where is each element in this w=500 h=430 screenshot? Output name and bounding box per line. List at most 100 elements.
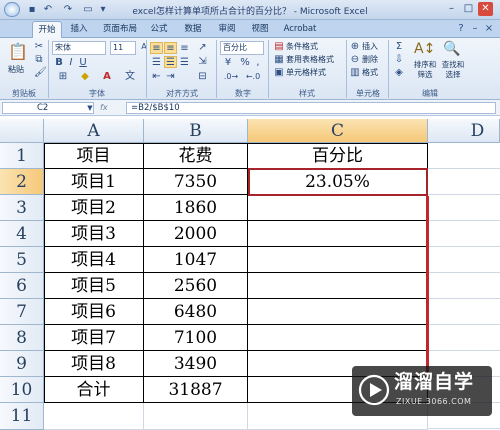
align-left-icon[interactable]: ☰: [150, 56, 163, 68]
table-cell[interactable]: [248, 325, 428, 351]
tab-insert[interactable]: 插入: [66, 21, 92, 38]
font-name-select[interactable]: 宋体: [52, 41, 106, 55]
workbook-minimize-icon[interactable]: –: [470, 22, 480, 35]
row-header[interactable]: 6: [0, 273, 44, 299]
table-cell[interactable]: 项目5: [44, 273, 144, 299]
italic-icon[interactable]: I: [66, 57, 76, 69]
copy-icon[interactable]: ⧉: [34, 54, 44, 66]
table-cell[interactable]: 1860: [144, 195, 248, 221]
font-color-icon[interactable]: A: [100, 71, 114, 83]
number-format-select[interactable]: 百分比: [220, 41, 264, 55]
fill-color-icon[interactable]: ◆: [78, 71, 92, 83]
sort-filter-button[interactable]: 排序和 筛选: [412, 60, 438, 80]
row-header[interactable]: 11: [0, 403, 44, 430]
cell-style-button[interactable]: 单元格样式: [286, 67, 326, 79]
row-header[interactable]: 5: [0, 247, 44, 273]
table-cell[interactable]: 1047: [144, 247, 248, 273]
table-cell[interactable]: 项目8: [44, 351, 144, 377]
conditional-format-button[interactable]: 条件格式: [286, 41, 318, 53]
table-cell[interactable]: [248, 273, 428, 299]
tab-view[interactable]: 视图: [247, 21, 273, 38]
tab-acrobat[interactable]: Acrobat: [280, 21, 320, 38]
row-header[interactable]: 7: [0, 299, 44, 325]
border-icon[interactable]: ⊞: [56, 71, 70, 83]
increase-decimal-icon[interactable]: .0→: [222, 71, 240, 83]
row-header[interactable]: 9: [0, 351, 44, 377]
font-size-select[interactable]: 11: [110, 41, 136, 55]
tab-home[interactable]: 开始: [32, 21, 62, 38]
tab-data[interactable]: 数据: [180, 21, 206, 38]
table-cell[interactable]: 3490: [144, 351, 248, 377]
table-cell[interactable]: 合计: [44, 377, 144, 403]
percent-style-button[interactable]: %: [240, 57, 250, 69]
minimize-button[interactable]: –: [444, 2, 459, 16]
undo-icon[interactable]: ↶: [42, 3, 54, 16]
insert-button[interactable]: 插入: [362, 41, 378, 53]
cut-icon[interactable]: ✂: [34, 41, 44, 53]
formula-input[interactable]: =B2/$B$10: [126, 102, 496, 114]
table-cell[interactable]: 项目1: [44, 169, 144, 195]
row-header[interactable]: 4: [0, 221, 44, 247]
table-cell[interactable]: 7100: [144, 325, 248, 351]
wrap-text-icon[interactable]: ⇲: [196, 56, 209, 68]
table-cell[interactable]: [248, 299, 428, 325]
row-header[interactable]: 3: [0, 195, 44, 221]
row-header[interactable]: 2: [0, 169, 44, 195]
table-cell[interactable]: 项目2: [44, 195, 144, 221]
phonetic-icon[interactable]: 文: [124, 71, 136, 83]
autosum-icon[interactable]: Σ: [394, 41, 404, 53]
cell[interactable]: [144, 403, 248, 430]
paste-button[interactable]: 粘贴: [8, 64, 24, 76]
table-cell[interactable]: 项目6: [44, 299, 144, 325]
table-cell[interactable]: 2560: [144, 273, 248, 299]
orientation-icon[interactable]: ↗: [196, 42, 209, 54]
fill-icon[interactable]: ⇩: [394, 54, 404, 66]
row-header[interactable]: 8: [0, 325, 44, 351]
underline-icon[interactable]: U: [78, 57, 88, 69]
row-header[interactable]: 1: [0, 143, 44, 169]
align-bottom-icon[interactable]: ≡: [178, 42, 191, 54]
clear-icon[interactable]: ◈: [394, 67, 404, 79]
select-all-corner[interactable]: [0, 119, 44, 143]
column-header-b[interactable]: B: [144, 119, 248, 143]
table-cell[interactable]: 项目3: [44, 221, 144, 247]
bold-icon[interactable]: B: [54, 57, 64, 69]
table-cell[interactable]: [248, 247, 428, 273]
paste-icon[interactable]: 📋: [8, 42, 28, 62]
table-cell[interactable]: 31887: [144, 377, 248, 403]
column-header-d[interactable]: D: [428, 119, 500, 143]
table-cell[interactable]: [248, 221, 428, 247]
tab-page-layout[interactable]: 页面布局: [98, 21, 142, 38]
name-box-dropdown-icon[interactable]: ▼: [86, 102, 94, 114]
format-painter-icon[interactable]: 🖌: [34, 67, 47, 79]
table-cell[interactable]: 7350: [144, 169, 248, 195]
save-icon[interactable]: ▪: [26, 3, 38, 16]
office-button[interactable]: [4, 2, 20, 17]
header-cell-cost[interactable]: 花费: [144, 143, 248, 169]
header-cell-item[interactable]: 项目: [44, 143, 144, 169]
decrease-indent-icon[interactable]: ⇤: [150, 71, 163, 83]
column-header-a[interactable]: A: [44, 119, 144, 143]
table-cell[interactable]: 2000: [144, 221, 248, 247]
cell[interactable]: [44, 403, 144, 430]
merge-center-icon[interactable]: ⊟: [196, 71, 209, 83]
column-header-c[interactable]: C: [248, 119, 428, 143]
maximize-button[interactable]: □: [461, 2, 476, 16]
fx-button[interactable]: fx: [100, 102, 108, 114]
table-cell[interactable]: [248, 195, 428, 221]
align-middle-icon[interactable]: ≡: [164, 42, 177, 54]
name-box[interactable]: C2: [2, 102, 94, 114]
increase-indent-icon[interactable]: ⇥: [164, 71, 177, 83]
format-button[interactable]: 格式: [362, 67, 378, 79]
decrease-decimal-icon[interactable]: ←.0: [244, 71, 262, 83]
table-cell[interactable]: 项目7: [44, 325, 144, 351]
find-select-button[interactable]: 查找和 选择: [440, 60, 466, 80]
comma-style-button[interactable]: ,: [254, 57, 262, 69]
align-right-icon[interactable]: ☰: [178, 56, 191, 68]
workbook-close-icon[interactable]: ×: [484, 22, 494, 35]
align-center-icon[interactable]: ☰: [164, 56, 177, 68]
align-top-icon[interactable]: ≡: [150, 42, 163, 54]
tab-review[interactable]: 审阅: [214, 21, 240, 38]
tab-formulas[interactable]: 公式: [146, 21, 172, 38]
help-icon[interactable]: ?: [456, 22, 466, 35]
